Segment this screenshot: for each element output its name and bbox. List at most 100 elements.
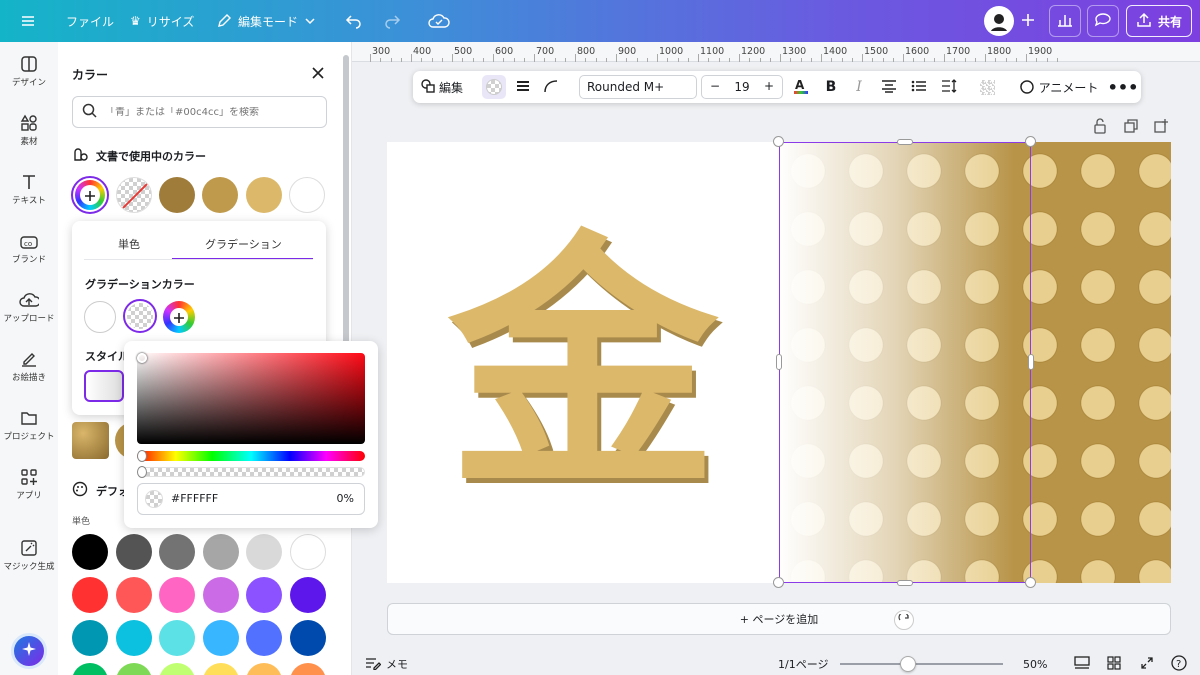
search-input[interactable] — [105, 106, 305, 118]
magic-assistant-button[interactable] — [11, 633, 47, 669]
gradient-add-stop[interactable] — [163, 301, 195, 333]
more-options-button[interactable]: ••• — [1108, 71, 1139, 103]
zoom-level[interactable]: 50% — [1023, 653, 1047, 675]
transparency-button[interactable] — [975, 71, 999, 103]
close-panel-button[interactable] — [308, 64, 328, 84]
saturation-area[interactable] — [137, 353, 365, 444]
text-color-button[interactable] — [481, 71, 507, 103]
cloud-save-status[interactable] — [428, 0, 450, 42]
insights-button[interactable] — [1049, 5, 1081, 37]
palette-swatch[interactable] — [202, 577, 239, 613]
list-button[interactable] — [907, 71, 931, 103]
page-indicator[interactable]: 1/1ページ — [778, 653, 828, 675]
saturation-handle[interactable] — [137, 353, 147, 363]
fullscreen-button[interactable] — [1140, 653, 1154, 675]
minus-icon[interactable]: − — [710, 79, 720, 93]
gradient-stop-white[interactable] — [84, 301, 116, 333]
rail-item-text[interactable]: テキスト — [0, 163, 58, 215]
edit-mode-dropdown[interactable]: 編集モード — [216, 0, 316, 42]
menu-button[interactable] — [20, 0, 36, 42]
tab-solid[interactable]: 単色 — [118, 236, 140, 252]
duplicate-page-button[interactable] — [1123, 118, 1139, 138]
tab-gradient[interactable]: グラデーション — [205, 236, 282, 252]
rail-item-design[interactable]: デザイン — [0, 45, 58, 97]
palette-swatch[interactable] — [72, 620, 108, 656]
invite-button[interactable] — [1012, 5, 1044, 37]
doc-color-swatch[interactable] — [202, 177, 238, 213]
redo-button[interactable] — [383, 0, 401, 42]
resize-handle-tr[interactable] — [1025, 136, 1036, 147]
palette-swatch[interactable] — [289, 577, 326, 613]
share-button[interactable]: 共有 — [1126, 5, 1192, 37]
panel-scrollbar[interactable] — [343, 55, 349, 355]
rail-item-upload[interactable]: アップロード — [0, 281, 58, 333]
palette-swatch[interactable] — [159, 620, 195, 656]
hex-field[interactable]: #FFFFFF 0% — [137, 483, 365, 515]
rail-item-magic[interactable]: マジック生成 — [0, 529, 58, 581]
palette-swatch[interactable] — [202, 663, 239, 675]
line-weight-button[interactable] — [511, 71, 535, 103]
resize-handle-br[interactable] — [1025, 577, 1036, 588]
add-color-swatch[interactable] — [71, 176, 109, 214]
resize-handle-tl[interactable] — [773, 136, 784, 147]
doc-color-swatch[interactable] — [289, 177, 325, 213]
refresh-button[interactable] — [894, 610, 914, 630]
resize-handle-top[interactable] — [897, 139, 913, 145]
palette-swatch[interactable] — [115, 534, 152, 570]
palette-swatch[interactable] — [115, 577, 152, 613]
palette-swatch[interactable] — [289, 663, 326, 675]
hue-slider[interactable] — [137, 451, 365, 461]
lock-page-button[interactable] — [1093, 118, 1107, 138]
zoom-slider-knob[interactable] — [900, 656, 917, 672]
grid-view-button[interactable] — [1107, 653, 1121, 675]
comments-button[interactable] — [1087, 5, 1119, 37]
curve-text-button[interactable] — [539, 71, 563, 103]
animate-button[interactable]: アニメート — [1017, 71, 1099, 103]
hue-handle[interactable] — [137, 450, 147, 462]
gradient-stop-transparent[interactable] — [123, 299, 157, 333]
palette-swatch[interactable] — [72, 663, 108, 675]
rail-item-brand[interactable]: co ブランド — [0, 222, 58, 274]
help-button[interactable]: ? — [1171, 653, 1187, 675]
resize-handle-right[interactable] — [1028, 354, 1034, 370]
align-button[interactable] — [877, 71, 901, 103]
resize-handle-bl[interactable] — [773, 577, 784, 588]
font-color-button[interactable]: A — [789, 71, 813, 103]
palette-swatch[interactable] — [289, 620, 326, 656]
style-linear-option[interactable] — [84, 370, 124, 402]
palette-swatch[interactable] — [202, 534, 239, 570]
doc-color-swatch[interactable] — [159, 177, 195, 213]
avatar[interactable] — [984, 6, 1014, 36]
doc-color-swatch[interactable] — [246, 177, 282, 213]
photo-thumbnail[interactable] — [72, 422, 109, 459]
spacing-button[interactable] — [937, 71, 961, 103]
font-size-control[interactable]: − 19 + — [701, 75, 783, 99]
palette-swatch[interactable] — [246, 663, 282, 675]
italic-button[interactable]: I — [847, 71, 871, 103]
alpha-slider[interactable] — [137, 467, 365, 477]
kanji-title[interactable]: 金 金 — [387, 142, 779, 583]
palette-swatch[interactable] — [72, 534, 108, 570]
zoom-slider[interactable] — [840, 656, 1003, 672]
palette-swatch[interactable] — [202, 620, 239, 656]
alpha-handle[interactable] — [137, 466, 147, 478]
font-family-select[interactable]: Rounded M+ — [579, 75, 697, 99]
rail-item-apps[interactable]: アプリ — [0, 458, 58, 510]
rail-item-elements[interactable]: 素材 — [0, 104, 58, 156]
bold-button[interactable]: B — [819, 71, 843, 103]
palette-swatch[interactable] — [246, 620, 282, 656]
edit-button[interactable]: 編集 — [419, 71, 465, 103]
palette-swatch[interactable] — [246, 534, 282, 570]
rail-item-projects[interactable]: プロジェクト — [0, 399, 58, 451]
file-menu[interactable]: ファイル — [66, 0, 114, 42]
palette-swatch[interactable] — [159, 663, 195, 675]
palette-swatch[interactable] — [159, 534, 195, 570]
undo-button[interactable] — [345, 0, 363, 42]
palette-swatch[interactable] — [72, 577, 108, 613]
palette-swatch[interactable] — [115, 620, 152, 656]
plus-icon[interactable]: + — [764, 79, 774, 93]
color-search-field[interactable] — [72, 96, 327, 128]
transparent-swatch[interactable] — [116, 177, 152, 213]
resize-button[interactable]: ♛ リサイズ — [130, 0, 194, 42]
notes-button[interactable]: メモ — [365, 653, 408, 675]
